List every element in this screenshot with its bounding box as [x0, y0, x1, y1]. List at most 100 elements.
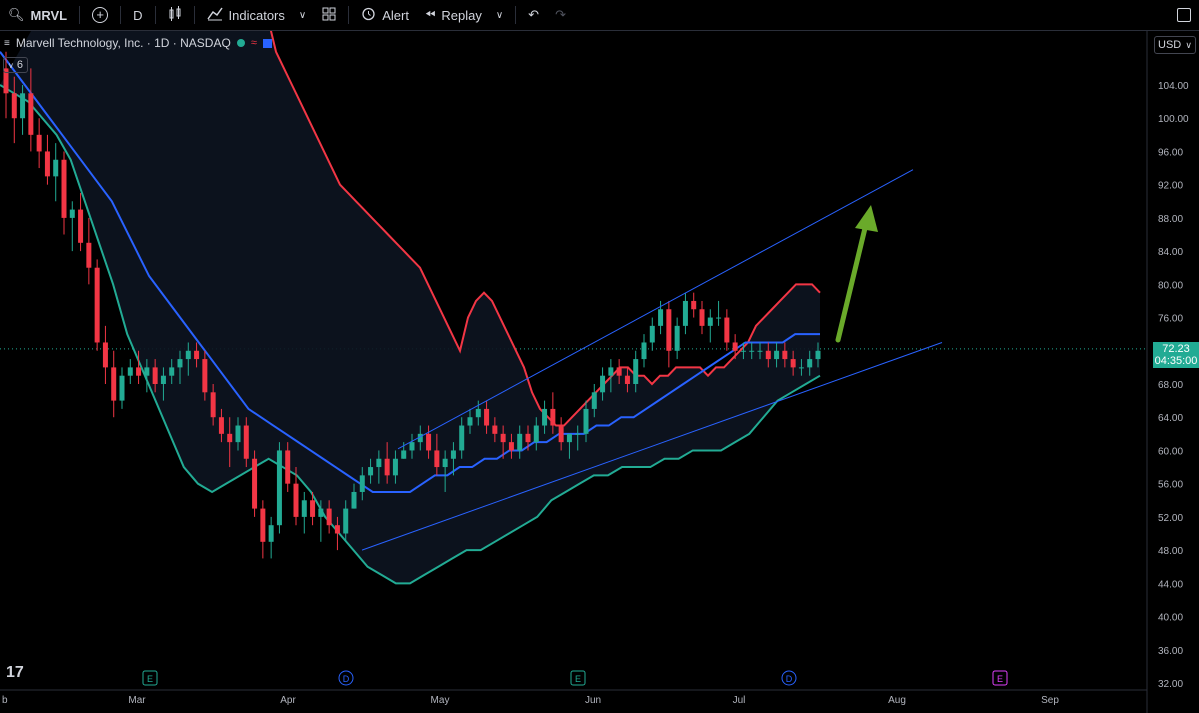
candle-body	[699, 309, 705, 326]
candle-body	[774, 350, 780, 360]
layouts-button[interactable]	[314, 0, 344, 30]
candle-body	[252, 458, 258, 509]
candle-body	[682, 300, 688, 326]
candle-body	[36, 134, 42, 152]
indicators-toggle[interactable]: ∨ 6	[3, 57, 29, 73]
indicator-count: 6	[16, 59, 24, 71]
currency-select[interactable]: USD ∨	[1154, 36, 1196, 54]
last-price: 72.23	[1162, 343, 1190, 355]
time-tick-label: Apr	[280, 695, 296, 706]
candles-icon	[168, 5, 182, 25]
price-tick-label: 104.00	[1158, 81, 1189, 92]
candle-body	[359, 475, 365, 492]
wave-icon: ≈	[250, 37, 257, 49]
interval-button[interactable]: D	[125, 0, 150, 30]
chevron-down-icon: ∨	[8, 61, 14, 70]
candle-body	[334, 525, 340, 534]
top-toolbar: 🔍︎ MRVL + D Indicators ∨ Alert ⏪︎ Replay	[0, 0, 1199, 31]
indicators-icon	[206, 7, 223, 24]
candle-body	[326, 508, 332, 526]
price-tick-label: 92.00	[1158, 181, 1183, 192]
currency-label: USD	[1158, 39, 1182, 51]
price-tick-label: 76.00	[1158, 314, 1183, 325]
candle-body	[392, 458, 398, 476]
alert-button[interactable]: Alert	[353, 0, 417, 30]
indicators-button[interactable]: Indicators ∨	[199, 0, 315, 30]
candle-body	[44, 151, 50, 177]
price-tick-label: 80.00	[1158, 280, 1183, 291]
chart-legend: ≡ Marvell Technology, Inc. · 1D · NASDAQ…	[4, 36, 272, 50]
divider	[515, 6, 517, 24]
candle-body	[243, 425, 249, 459]
candle-body	[798, 367, 804, 369]
compare-button[interactable]: +	[84, 0, 116, 30]
menu-icon[interactable]: ≡	[4, 38, 10, 49]
candle-body	[119, 375, 125, 401]
price-tick-label: 48.00	[1158, 546, 1183, 557]
candle-body	[749, 350, 755, 352]
candle-body	[616, 367, 622, 376]
marker-letter: E	[147, 674, 153, 684]
bar-countdown: 04:35:00	[1154, 355, 1198, 367]
chart-area[interactable]: 104.00 100.00 96.00 92.00 88.00 84.00 80.00 76.…	[0, 31, 1199, 713]
candle-body	[111, 367, 117, 401]
candle-body	[301, 500, 307, 517]
symbol-search[interactable]: 🔍︎ MRVL	[0, 0, 75, 30]
time-tick-label: Mar	[128, 695, 146, 706]
price-tick-label: 32.00	[1158, 679, 1183, 690]
marker-letter: D	[786, 674, 793, 684]
time-tick-label: Sep	[1041, 695, 1059, 706]
price-axis	[1147, 31, 1199, 713]
price-tick-label: 52.00	[1158, 513, 1183, 524]
candle-body	[566, 433, 572, 443]
interval-label: D	[133, 7, 143, 23]
indicators-label: Indicators	[228, 7, 285, 23]
price-tick-label: 44.00	[1158, 579, 1183, 590]
market-status-dot	[236, 39, 245, 47]
plus-circle-icon: +	[92, 7, 109, 23]
time-tick-label: Jul	[733, 695, 746, 706]
candle-body	[591, 392, 597, 409]
candle-body	[11, 93, 17, 119]
candle-body	[409, 442, 415, 451]
candle-body	[351, 491, 357, 509]
candle-body	[218, 417, 224, 434]
price-tick-label: 88.00	[1158, 214, 1183, 225]
candle-body	[467, 417, 473, 426]
marker-letter: D	[343, 674, 350, 684]
candle-body	[210, 392, 216, 418]
legend-title: Marvell Technology, Inc. · 1D · NASDAQ	[15, 36, 231, 50]
price-tick-label: 60.00	[1158, 446, 1183, 457]
candle-body	[20, 93, 26, 119]
candle-body	[475, 408, 481, 418]
chevron-down-icon[interactable]: ∨	[299, 10, 306, 21]
candle-body	[127, 367, 133, 376]
candle-body	[152, 367, 158, 384]
candle-body	[658, 309, 664, 326]
price-tick-label: 100.00	[1158, 114, 1189, 125]
candle-body	[343, 508, 349, 534]
undo-button[interactable]: ↶	[520, 0, 547, 30]
candle-body	[61, 159, 67, 218]
candle-body	[194, 350, 200, 360]
candle-body	[757, 350, 763, 352]
price-tick-label: 84.00	[1158, 247, 1183, 258]
redo-button[interactable]: ↷	[547, 0, 574, 30]
candle-body	[550, 408, 556, 426]
price-tick-label: 40.00	[1158, 613, 1183, 624]
price-chart[interactable]: 104.00 100.00 96.00 92.00 88.00 84.00 80.00 76.…	[0, 31, 1199, 713]
time-tick-label: b	[2, 695, 8, 706]
chevron-down-icon[interactable]: ∨	[496, 10, 503, 21]
candle-body	[459, 425, 465, 451]
candle-body	[318, 508, 324, 517]
grid-icon	[322, 7, 336, 24]
time-tick-label: Jun	[585, 695, 601, 706]
tradingview-logo-icon[interactable]: 17	[6, 664, 24, 682]
chart-type-button[interactable]	[160, 0, 190, 30]
replay-button[interactable]: ⏪︎ Replay ∨	[417, 0, 511, 30]
fullscreen-button[interactable]	[1169, 0, 1199, 30]
candle-body	[202, 359, 208, 393]
flag-icon[interactable]	[262, 38, 272, 48]
candle-body	[517, 433, 523, 451]
candle-body	[310, 500, 316, 517]
